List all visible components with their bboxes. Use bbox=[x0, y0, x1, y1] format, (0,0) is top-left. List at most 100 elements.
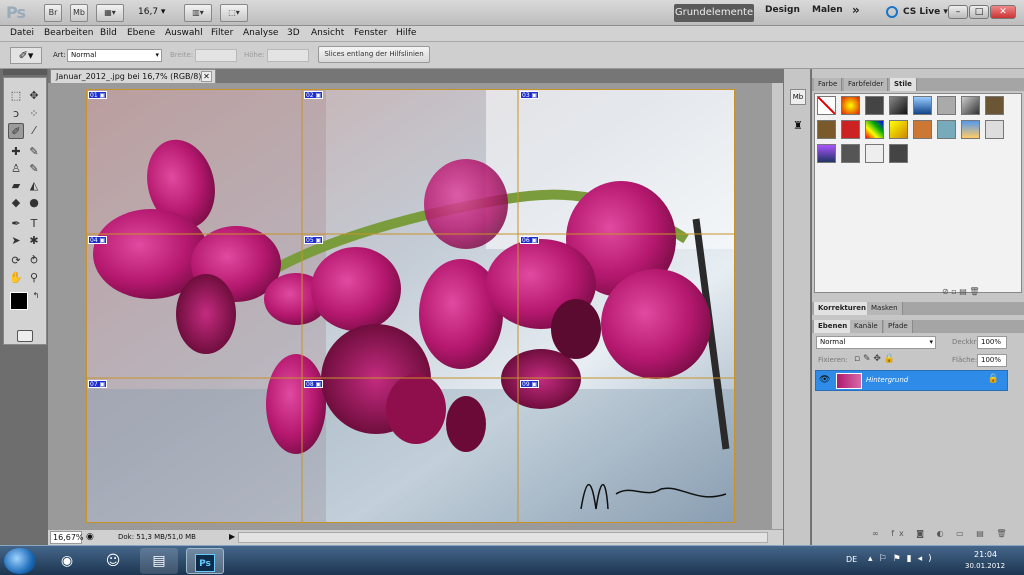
slice-badge-04[interactable]: 04 ▣ bbox=[88, 236, 108, 244]
style-swatch[interactable] bbox=[865, 120, 884, 139]
style-swatch[interactable] bbox=[841, 120, 860, 139]
slice-badge-09[interactable]: 09 ▣ bbox=[520, 380, 540, 388]
style-swatch[interactable] bbox=[913, 96, 932, 115]
style-swatch[interactable] bbox=[889, 144, 908, 163]
layer-row-background[interactable]: 👁 Hintergrund 🔒 bbox=[815, 370, 1008, 391]
tab-farbe[interactable]: Farbe bbox=[814, 78, 843, 91]
zoom-status-field[interactable]: 16,67% bbox=[50, 531, 84, 544]
style-swatch[interactable] bbox=[961, 120, 980, 139]
tool-preset-picker[interactable]: ✐▾ bbox=[10, 47, 42, 64]
style-swatch[interactable] bbox=[985, 120, 1004, 139]
healing-brush-icon[interactable]: ✚ bbox=[8, 144, 24, 160]
layers-panel-footer-icons[interactable]: ∞ fx ◙ ◐ ▭ ▤ 🗑 bbox=[872, 529, 1012, 538]
shape-tool-icon[interactable]: ✱ bbox=[26, 233, 42, 249]
style-swatch[interactable] bbox=[817, 120, 836, 139]
horizontal-scrollbar[interactable] bbox=[238, 532, 768, 543]
slice-badge-01[interactable]: 01 ▣ bbox=[88, 91, 108, 99]
path-select-icon[interactable]: ➤ bbox=[8, 233, 24, 249]
tab-kanaele[interactable]: Kanäle bbox=[850, 320, 883, 333]
height-field[interactable] bbox=[267, 49, 309, 62]
swap-colors-icon[interactable]: ↰ bbox=[28, 288, 44, 304]
vertical-scrollbar[interactable] bbox=[771, 83, 783, 529]
tab-stile[interactable]: Stile bbox=[890, 78, 917, 91]
layer-name[interactable]: Hintergrund bbox=[866, 376, 908, 384]
photoshop-taskbar-icon[interactable]: Ps bbox=[186, 548, 224, 574]
menu-fenster[interactable]: Fenster bbox=[354, 28, 387, 38]
history-icon[interactable]: ♜ bbox=[790, 119, 806, 135]
style-swatch[interactable] bbox=[937, 120, 956, 139]
style-swatch[interactable] bbox=[889, 120, 908, 139]
system-tray-icons[interactable]: ▴⚐⚑▮◂) bbox=[868, 554, 938, 564]
status-arrow-icon[interactable]: ▶ bbox=[229, 532, 235, 541]
opacity-field[interactable]: 100% bbox=[977, 336, 1007, 349]
messenger-icon[interactable]: ☺ bbox=[94, 548, 132, 574]
menu-auswahl[interactable]: Auswahl bbox=[165, 28, 203, 38]
style-swatch[interactable] bbox=[889, 96, 908, 115]
view-extras-button[interactable]: ▦▾ bbox=[96, 4, 124, 22]
menu-analyse[interactable]: Analyse bbox=[243, 28, 278, 38]
type-tool-icon[interactable]: T bbox=[26, 216, 42, 232]
screen-mode-button[interactable]: ⬚▾ bbox=[220, 4, 248, 22]
arrange-documents-button[interactable]: ▥▾ bbox=[184, 4, 212, 22]
tab-farbfelder[interactable]: Farbfelder bbox=[844, 78, 889, 91]
more-workspaces-button[interactable]: » bbox=[852, 3, 860, 17]
tab-pfade[interactable]: Pfade bbox=[884, 320, 913, 333]
3d-rotate-icon[interactable]: ⟳ bbox=[8, 253, 24, 269]
clock-time[interactable]: 21:04 bbox=[974, 550, 997, 559]
menu-ansicht[interactable]: Ansicht bbox=[311, 28, 344, 38]
style-select[interactable]: Normal ▾ bbox=[67, 49, 162, 62]
status-menu-icon[interactable]: ◉ bbox=[86, 532, 94, 542]
quick-select-tool-icon[interactable]: ⁘ bbox=[26, 106, 42, 122]
style-swatch[interactable] bbox=[841, 144, 860, 163]
style-swatch-none[interactable] bbox=[817, 96, 836, 115]
move-tool-icon[interactable]: ✥ bbox=[26, 88, 42, 104]
bridge-button[interactable]: Br bbox=[44, 4, 62, 22]
lock-icons[interactable]: ▫ ✎ ✥ 🔒 bbox=[854, 354, 895, 364]
foreground-color-swatch[interactable] bbox=[10, 292, 28, 310]
style-swatch[interactable] bbox=[985, 96, 1004, 115]
workspace-grundelemente[interactable]: Grundelemente bbox=[674, 4, 754, 22]
eraser-tool-icon[interactable]: ▰ bbox=[8, 178, 24, 194]
style-swatch[interactable] bbox=[961, 96, 980, 115]
blend-mode-select[interactable]: Normal ▾ bbox=[816, 336, 936, 349]
cs-live-button[interactable]: CS Live ▾ bbox=[903, 7, 948, 17]
workspace-malen[interactable]: Malen bbox=[812, 5, 843, 15]
tab-korrekturen[interactable]: Korrekturen bbox=[814, 302, 871, 315]
slice-badge-03[interactable]: 03 ▣ bbox=[520, 91, 540, 99]
3d-orbit-icon[interactable]: ⥁ bbox=[26, 253, 42, 269]
menu-ebene[interactable]: Ebene bbox=[127, 28, 155, 38]
style-swatch[interactable] bbox=[841, 96, 860, 115]
blur-tool-icon[interactable]: ◆ bbox=[8, 195, 24, 211]
slice-badge-02[interactable]: 02 ▣ bbox=[304, 91, 324, 99]
workspace-design[interactable]: Design bbox=[765, 5, 800, 15]
lasso-tool-icon[interactable]: ↄ bbox=[8, 106, 24, 122]
menu-bild[interactable]: Bild bbox=[100, 28, 117, 38]
mini-bridge-button[interactable]: Mb bbox=[70, 4, 88, 22]
document-image[interactable]: 01 ▣ 02 ▣ 03 ▣ 04 ▣ 05 ▣ 06 ▣ 07 ▣ 08 ▣ … bbox=[86, 89, 735, 523]
keyboard-language[interactable]: DE bbox=[846, 555, 857, 564]
zoom-level-select[interactable]: 16,7 ▾ bbox=[138, 7, 165, 17]
close-document-icon[interactable]: ✕ bbox=[201, 71, 212, 82]
styles-panel-footer-icons[interactable]: ⊘ ▫ ▤ 🗑 bbox=[942, 287, 979, 296]
start-button[interactable] bbox=[4, 548, 36, 574]
minimize-button[interactable]: – bbox=[948, 5, 968, 19]
quick-mask-icon[interactable] bbox=[17, 330, 33, 342]
menu-3d[interactable]: 3D bbox=[287, 28, 300, 38]
eyedropper-tool-icon[interactable]: ⁄ bbox=[26, 123, 42, 139]
pen-tool-icon[interactable]: ✒ bbox=[8, 216, 24, 232]
tab-ebenen[interactable]: Ebenen bbox=[814, 320, 853, 333]
explorer-icon[interactable]: ▤ bbox=[140, 548, 178, 574]
style-swatch[interactable] bbox=[913, 120, 932, 139]
zoom-tool-icon[interactable]: ⚲ bbox=[26, 270, 42, 286]
menu-hilfe[interactable]: Hilfe bbox=[396, 28, 416, 38]
style-swatch[interactable] bbox=[937, 96, 956, 115]
slice-badge-08[interactable]: 08 ▣ bbox=[304, 380, 324, 388]
maximize-button[interactable]: □ bbox=[969, 5, 989, 19]
slice-tool-icon[interactable]: ✐ bbox=[8, 123, 24, 139]
hand-tool-icon[interactable]: ✋ bbox=[8, 270, 24, 286]
dodge-tool-icon[interactable]: ● bbox=[26, 195, 42, 211]
marquee-tool-icon[interactable]: ⬚ bbox=[8, 88, 24, 104]
document-tab[interactable]: Januar_2012_.jpg bei 16,7% (RGB/8) * ✕ bbox=[50, 69, 216, 83]
tab-masken[interactable]: Masken bbox=[867, 302, 903, 315]
slice-badge-05[interactable]: 05 ▣ bbox=[304, 236, 324, 244]
